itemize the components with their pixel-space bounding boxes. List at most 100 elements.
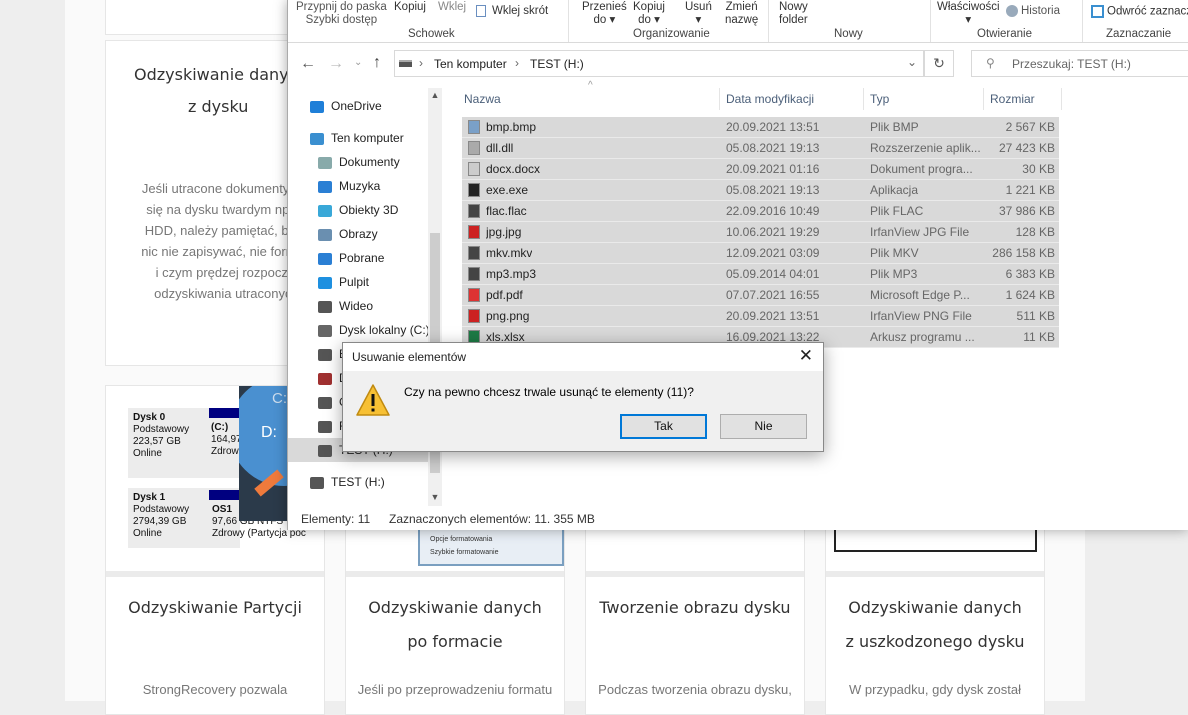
nav-item[interactable]: Pulpit: [288, 270, 428, 294]
file-row[interactable]: pdf.pdf 07.07.2021 16:55 Microsoft Edge P.…: [462, 285, 1059, 306]
item-count: Elementy: 11: [301, 512, 371, 526]
nav-item[interactable]: OneDrive: [288, 94, 428, 118]
disk-size: 2794,39 GB: [133, 516, 187, 527]
file-row[interactable]: mkv.mkv 12.09.2021 03:09 Plik MKV 286 158 K…: [462, 243, 1059, 264]
file-date: 22.09.2016 10:49: [726, 204, 820, 218]
file-row[interactable]: docx.docx 20.09.2021 01:16 Dokument progra…: [462, 159, 1059, 180]
column-header-type[interactable]: Typ: [864, 88, 984, 110]
card-text: Podczas tworzenia obrazu dysku,: [598, 682, 792, 697]
nav-item[interactable]: Wideo: [288, 294, 428, 318]
close-button[interactable]: ✕: [799, 346, 813, 366]
column-header-name[interactable]: Nazwa: [458, 88, 720, 110]
breadcrumb-drive[interactable]: TEST (H:): [530, 57, 584, 71]
breadcrumb-this-pc[interactable]: Ten komputer: [434, 57, 507, 71]
label: Szybki dostęp: [305, 14, 378, 26]
nav-item[interactable]: Muzyka: [288, 174, 428, 198]
file-row[interactable]: mp3.mp3 05.09.2014 04:01 Plik MP3 6 383 KB: [462, 264, 1059, 285]
refresh-button[interactable]: ↻: [924, 50, 954, 77]
divider: [346, 571, 564, 577]
cloud-icon: [310, 100, 324, 113]
selected-count: Zaznaczonych elementów: 11. 355 MB: [389, 512, 595, 526]
paste-button[interactable]: Wklej: [438, 1, 466, 14]
address-bar[interactable]: › Ten komputer › TEST (H:) ⌄: [394, 50, 924, 77]
nav-label: Obiekty 3D: [339, 203, 399, 217]
nav-item[interactable]: Obrazy: [288, 222, 428, 246]
properties-button[interactable]: Właściwości ▾: [937, 1, 1000, 27]
nav-item[interactable]: Dokumenty: [288, 150, 428, 174]
rename-button[interactable]: Zmień nazwę: [725, 1, 758, 27]
ribbon: Przypnij do paska Szybki dostęp Kopiuj Wk…: [288, 0, 1188, 43]
chevron-down-icon[interactable]: ⌄: [907, 55, 917, 69]
drive-icon: [318, 324, 332, 337]
nav-item[interactable]: Obiekty 3D: [288, 198, 428, 222]
file-size: 27 423 KB: [998, 141, 1055, 155]
move-to-button[interactable]: Przenieś do ▾: [582, 1, 627, 27]
file-type: Plik MKV: [870, 246, 919, 260]
history-button[interactable]: Historia: [1006, 5, 1060, 18]
column-header-date[interactable]: Data modyfikacji: [720, 88, 864, 110]
scroll-down-icon[interactable]: ▼: [428, 492, 442, 502]
delete-confirmation-dialog: Usuwanie elementów ✕ Czy na pewno chcesz…: [342, 342, 824, 452]
label: do ▾: [638, 14, 660, 26]
yes-button[interactable]: Tak: [620, 414, 707, 439]
part-state: Zdrow: [211, 446, 239, 457]
card-title: po formacie: [407, 632, 503, 651]
label: Przypnij do paska: [296, 1, 387, 13]
copy-to-button[interactable]: Kopiuj do ▾: [633, 1, 665, 27]
label: Wklej skrót: [492, 5, 549, 18]
pin-quick-access-button[interactable]: Przypnij do paska Szybki dostęp: [296, 1, 387, 27]
forward-button[interactable]: →: [328, 55, 344, 73]
new-folder-button[interactable]: Nowy folder: [779, 1, 808, 27]
status-bar: Elementy: 11 Zaznaczonych elementów: 11.…: [288, 508, 1188, 530]
no-button[interactable]: Nie: [720, 414, 807, 439]
file-name: bmp.bmp: [486, 120, 537, 134]
label: Zmień: [725, 1, 758, 13]
file-row[interactable]: dll.dll 05.08.2021 19:13 Rozszerzenie apli…: [462, 138, 1059, 159]
group-label: Otwieranie: [977, 28, 1032, 40]
card-title: Tworzenie obrazu dysku: [599, 598, 791, 617]
card-text: Jeśli po przeprowadzeniu formatu: [357, 682, 553, 697]
file-icon: [468, 120, 480, 134]
part-name: (C:): [211, 422, 229, 433]
invert-selection-button[interactable]: Odwróć zaznacz: [1091, 5, 1188, 19]
back-button[interactable]: ←: [300, 55, 316, 73]
file-type: Plik MP3: [870, 267, 918, 281]
search-input[interactable]: ⚲ Przeszukaj: TEST (H:): [971, 50, 1188, 77]
group-label: Nowy: [834, 28, 863, 40]
file-row[interactable]: png.png 20.09.2021 13:51 IrfanView PNG Fil…: [462, 306, 1059, 327]
file-date: 05.08.2021 19:13: [726, 183, 820, 197]
music-icon: [318, 180, 332, 193]
copy-button[interactable]: Kopiuj: [394, 1, 426, 14]
file-icon: [468, 288, 480, 302]
part-name: OS1: [212, 504, 233, 515]
file-name: dll.dll: [486, 141, 514, 155]
delete-button[interactable]: Usuń ▾: [685, 1, 712, 27]
up-button[interactable]: ↑: [373, 54, 381, 72]
divider: [768, 0, 769, 42]
file-size: 11 KB: [1023, 330, 1055, 344]
paste-shortcut-button[interactable]: Wklej skrót: [476, 5, 548, 18]
file-row[interactable]: exe.exe 05.08.2021 19:13 Aplikacja 1 221 KB: [462, 180, 1059, 201]
file-row[interactable]: bmp.bmp 20.09.2021 13:51 Plik BMP 2 567 KB: [462, 117, 1059, 138]
nav-item[interactable]: Ten komputer: [288, 126, 428, 150]
recent-locations-button[interactable]: ⌄: [354, 57, 362, 68]
label: nazwę: [725, 14, 759, 26]
file-row[interactable]: flac.flac 22.09.2016 10:49 Plik FLAC 37 986…: [462, 201, 1059, 222]
nav-label: Dokumenty: [339, 155, 400, 169]
search-icon: ⚲: [986, 56, 995, 70]
nav-item[interactable]: Dysk lokalny (C:): [288, 318, 428, 342]
nav-item[interactable]: TEST (H:): [288, 470, 428, 494]
nav-item[interactable]: Pobrane: [288, 246, 428, 270]
label: Właściwości: [937, 1, 1000, 13]
group-label: Zaznaczanie: [1106, 28, 1172, 40]
file-type: IrfanView JPG File: [870, 225, 970, 239]
label: Nowy: [779, 1, 808, 13]
label: Przenieś: [582, 1, 627, 13]
file-row[interactable]: jpg.jpg 10.06.2021 19:29 IrfanView JPG Fil…: [462, 222, 1059, 243]
scroll-up-icon[interactable]: ▲: [428, 90, 442, 100]
column-header-size[interactable]: Rozmiar: [984, 88, 1062, 110]
file-name: mp3.mp3: [486, 267, 537, 281]
label: Historia: [1021, 5, 1060, 18]
desktop-icon: [318, 276, 332, 289]
nav-label: OneDrive: [331, 99, 382, 113]
